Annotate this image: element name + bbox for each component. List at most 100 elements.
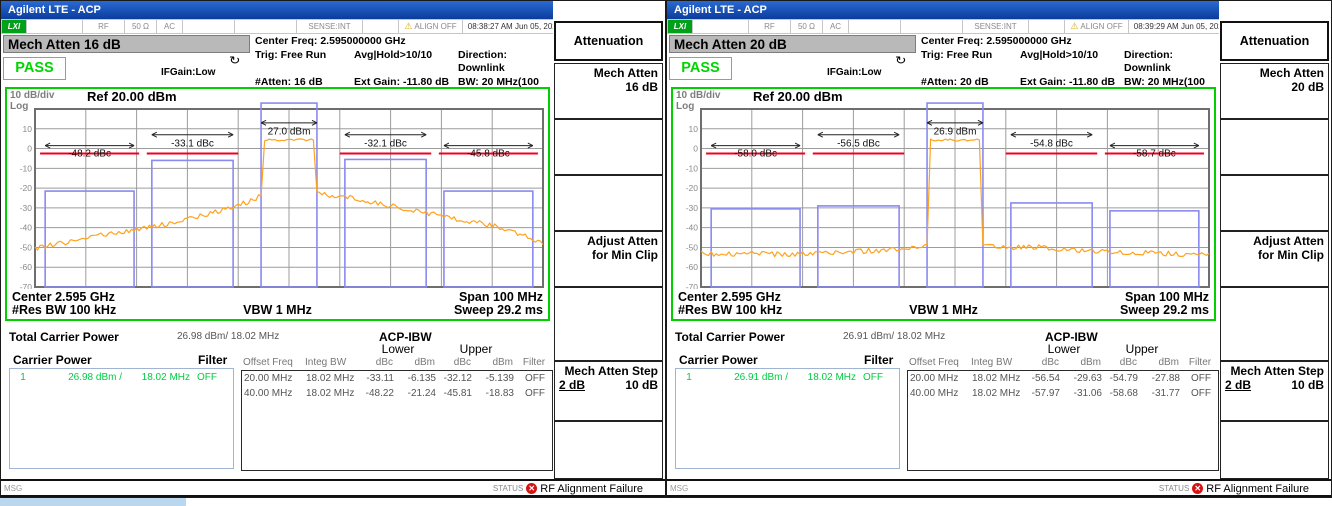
softkey-label: Adjust Atten — [1225, 234, 1324, 248]
col-integ-bw: Integ BW — [303, 356, 359, 369]
lxi-badge: LXI — [667, 19, 693, 34]
svg-text:-56.5 dBc: -56.5 dBc — [837, 138, 880, 149]
center-freq-label: Center Freq: 2.595000000 GHz — [255, 35, 555, 49]
softkey-mech-atten[interactable]: Mech Atten 16 dB — [554, 63, 663, 119]
svg-text:-48.2 dBc: -48.2 dBc — [68, 148, 111, 159]
svg-text:-58.7 dBc: -58.7 dBc — [1133, 148, 1176, 159]
svg-text:-50: -50 — [20, 242, 33, 252]
svg-text:-32.1 dBc: -32.1 dBc — [364, 138, 407, 149]
res-bw-annotation: #Res BW 100 kHz — [678, 303, 855, 317]
softkey-blank[interactable] — [1220, 119, 1329, 175]
carrier-filter-value: OFF — [190, 372, 224, 383]
measurement-title-bar: Mech Atten 16 dB — [3, 35, 250, 53]
softkey-mech-atten-step[interactable]: Mech Atten Step 2 dB 10 dB — [554, 361, 663, 421]
coupling-indicator: AC — [157, 19, 183, 34]
span-annotation: Span 100 MHz — [459, 290, 543, 304]
step-option-10db[interactable]: 10 dB — [625, 378, 658, 392]
softkey-label: Mech Atten — [559, 66, 658, 80]
ifgain-label: IFGain:Low — [161, 67, 215, 78]
carrier-index: 1 — [676, 372, 702, 383]
message-bar: MSG STATUS ✕ RF Alignment Failure — [1, 479, 665, 497]
softkey-adjust-atten[interactable]: Adjust Atten for Min Clip — [1220, 231, 1329, 287]
offset-row: 20.00 MHz18.02 MHz -56.54-29.63 -54.79-2… — [908, 371, 1220, 386]
svg-text:-40: -40 — [20, 223, 33, 233]
offset-row: 40.00 MHz18.02 MHz -57.97-31.06 -58.68-3… — [908, 386, 1220, 401]
offset-row: 20.00 MHz18.02 MHz -33.11-6.135 -32.12-5… — [242, 371, 554, 386]
error-icon: ✕ — [526, 483, 537, 494]
col-offset-freq: Offset Freq — [907, 356, 969, 369]
lower-group-header: Lower — [1025, 342, 1103, 356]
svg-text:-20: -20 — [20, 183, 33, 193]
menu-title-attenuation: Attenuation — [554, 21, 663, 61]
vbw-annotation: VBW 1 MHz — [189, 303, 366, 317]
spectrum-display: 10 dB/div Log Ref 20.00 dBm 100-10-20-30… — [5, 87, 550, 321]
status-blank — [1029, 19, 1065, 34]
carrier-power-value: 26.98 dBm / — [36, 372, 122, 383]
offset-table-header: Lower Upper Offset Freq Integ BW dBc dBm… — [241, 342, 553, 369]
align-off-label: ALIGN OFF — [1080, 22, 1122, 31]
step-option-10db[interactable]: 10 dB — [1291, 378, 1324, 392]
col-lower-dbm: dBm — [395, 356, 437, 369]
softkey-adjust-atten[interactable]: Adjust Atten for Min Clip — [554, 231, 663, 287]
lower-group-header: Lower — [359, 342, 437, 356]
svg-text:-30: -30 — [20, 203, 33, 213]
spectrum-plot: 100-10-20-30-40-50-60-70-58.0 dBc-56.5 d… — [673, 101, 1214, 289]
taskbar-fragment — [0, 498, 186, 506]
total-carrier-power-label: Total Carrier Power — [9, 330, 119, 344]
sense-indicator: SENSE:INT — [297, 19, 363, 34]
svg-text:-50: -50 — [686, 242, 699, 252]
softkey-label: Adjust Atten — [559, 234, 658, 248]
softkey-blank[interactable] — [1220, 175, 1329, 231]
svg-text:-58.0 dBc: -58.0 dBc — [734, 148, 777, 159]
svg-text:10: 10 — [689, 124, 699, 134]
softkey-mech-atten[interactable]: Mech Atten 20 dB — [1220, 63, 1329, 119]
svg-text:10: 10 — [23, 124, 33, 134]
svg-text:27.0 dBm: 27.0 dBm — [268, 127, 311, 138]
total-carrier-power-value: 26.98 dBm/ 18.02 MHz — [177, 331, 279, 342]
svg-text:-30: -30 — [686, 203, 699, 213]
col-upper-dbm: dBm — [1139, 356, 1181, 369]
softkey-value: 20 dB — [1225, 80, 1324, 94]
col-upper-dbc: dBc — [1103, 356, 1139, 369]
svg-text:-70: -70 — [686, 282, 699, 289]
softkey-blank[interactable] — [554, 175, 663, 231]
softkey-value: 16 dB — [559, 80, 658, 94]
total-carrier-power-label: Total Carrier Power — [675, 330, 785, 344]
status-message: RF Alignment Failure — [1206, 483, 1309, 495]
align-off-indicator: ⚠ALIGN OFF — [399, 19, 463, 34]
offset-table-data: 20.00 MHz18.02 MHz -56.54-29.63 -54.79-2… — [907, 370, 1219, 471]
msg-label: MSG — [4, 484, 22, 493]
total-carrier-power-value: 26.91 dBm/ 18.02 MHz — [843, 331, 945, 342]
softkey-blank[interactable] — [554, 421, 663, 479]
carrier-index: 1 — [10, 372, 36, 383]
status-blank — [693, 19, 749, 34]
status-blank — [183, 19, 235, 34]
carrier-row: 1 26.91 dBm / 18.02 MHz OFF — [676, 369, 899, 383]
softkey-blank[interactable] — [554, 287, 663, 361]
align-off-indicator: ⚠ALIGN OFF — [1065, 19, 1129, 34]
col-upper-dbm: dBm — [473, 356, 515, 369]
offset-row: 40.00 MHz18.02 MHz -48.22-21.24 -45.81-1… — [242, 386, 554, 401]
softkey-blank[interactable] — [554, 119, 663, 175]
softkey-mech-atten-step[interactable]: Mech Atten Step 2 dB 10 dB — [1220, 361, 1329, 421]
sense-indicator: SENSE:INT — [963, 19, 1029, 34]
offset-table: Lower Upper Offset Freq Integ BW dBc dBm… — [241, 342, 553, 471]
softkey-blank[interactable] — [1220, 287, 1329, 361]
softkey-menu: Attenuation Mech Atten 20 dB Adjust Atte… — [1219, 1, 1331, 479]
align-off-label: ALIGN OFF — [414, 22, 456, 31]
col-offset-freq: Offset Freq — [241, 356, 303, 369]
col-integ-bw: Integ BW — [969, 356, 1025, 369]
carrier-power-table: 1 26.98 dBm / 18.02 MHz OFF — [9, 368, 234, 469]
message-bar: MSG STATUS ✕ RF Alignment Failure — [667, 479, 1331, 497]
softkey-blank[interactable] — [1220, 421, 1329, 479]
spectrum-display: 10 dB/div Log Ref 20.00 dBm 100-10-20-30… — [671, 87, 1216, 321]
step-option-2db[interactable]: 2 dB — [559, 378, 585, 392]
status-label: STATUS — [493, 484, 523, 493]
coupling-indicator: AC — [823, 19, 849, 34]
menu-title-attenuation: Attenuation — [1220, 21, 1329, 61]
center-freq-annotation: Center 2.595 GHz — [678, 290, 781, 304]
svg-text:-33.1 dBc: -33.1 dBc — [171, 138, 214, 149]
error-icon: ✕ — [1192, 483, 1203, 494]
step-option-2db[interactable]: 2 dB — [1225, 378, 1251, 392]
svg-text:0: 0 — [693, 144, 698, 154]
